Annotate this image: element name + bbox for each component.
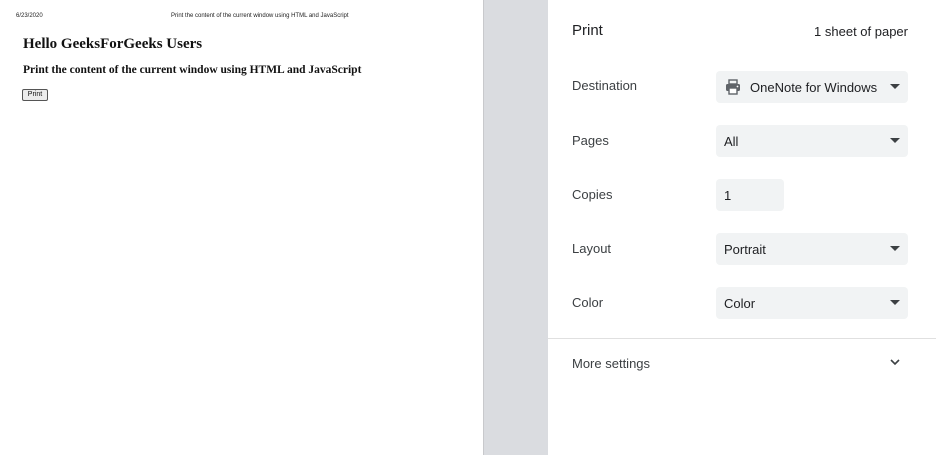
chevron-down-icon <box>890 300 900 305</box>
color-select[interactable]: Color <box>716 287 908 319</box>
print-dialog: 6/23/2020 Print the content of the curre… <box>0 0 936 455</box>
chevron-down-icon <box>890 138 900 143</box>
print-settings-panel: Print 1 sheet of paper Destination OneNo… <box>548 0 936 455</box>
color-value: Color <box>724 295 756 311</box>
preview-header-date: 6/23/2020 <box>16 13 43 19</box>
destination-select[interactable]: OneNote for Windows <box>716 71 908 103</box>
pages-select[interactable]: All <box>716 125 908 157</box>
copies-label: Copies <box>572 187 613 202</box>
layout-select[interactable]: Portrait <box>716 233 908 265</box>
sheet-count: 1 sheet of paper <box>814 24 908 39</box>
print-preview-page: 6/23/2020 Print the content of the curre… <box>0 0 484 455</box>
layout-value: Portrait <box>724 241 766 257</box>
more-settings-label: More settings <box>572 356 651 371</box>
copies-input[interactable] <box>716 179 784 211</box>
more-settings-toggle[interactable]: More settings <box>548 339 936 387</box>
panel-title: Print <box>572 22 603 39</box>
destination-value: OneNote for Windows <box>750 79 878 95</box>
printer-icon <box>726 79 740 95</box>
preview-subheading: Print the content of the current window … <box>23 64 362 76</box>
chevron-down-icon <box>890 246 900 251</box>
chevron-down-icon <box>890 84 900 89</box>
pages-value: All <box>724 133 739 149</box>
preview-header-title: Print the content of the current window … <box>171 13 349 19</box>
pages-label: Pages <box>572 133 609 148</box>
layout-label: Layout <box>572 241 612 256</box>
preview-gutter <box>484 0 548 455</box>
preview-print-button: Print <box>22 89 48 101</box>
color-label: Color <box>572 295 604 310</box>
chevron-down-icon <box>890 359 900 366</box>
preview-heading: Hello GeeksForGeeks Users <box>23 36 203 52</box>
destination-label: Destination <box>572 78 638 93</box>
